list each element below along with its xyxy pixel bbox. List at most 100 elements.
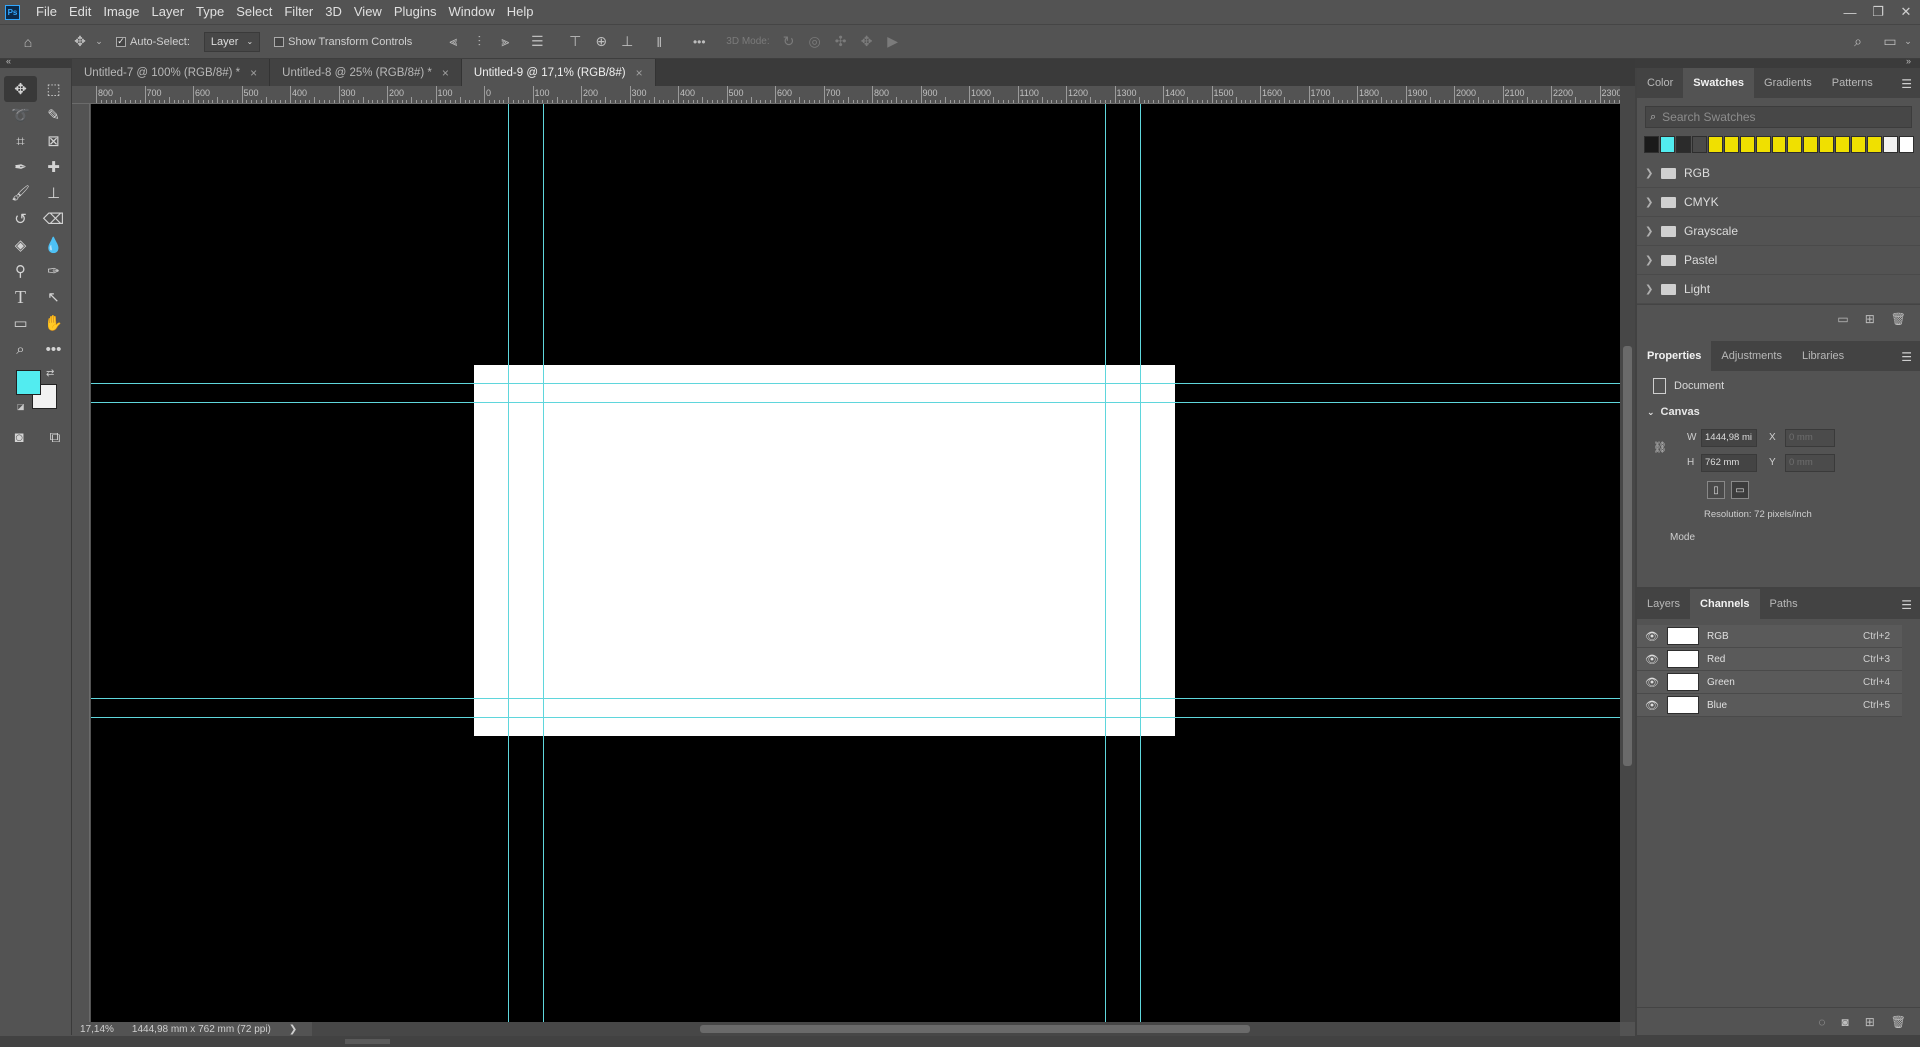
marquee-tool-icon[interactable]: ⬚: [37, 76, 70, 102]
new-channel-icon[interactable]: ⊞: [1865, 1015, 1875, 1029]
swatch[interactable]: [1723, 136, 1739, 153]
3d-slide-icon[interactable]: ✥: [854, 33, 880, 50]
swatch[interactable]: [1659, 136, 1675, 153]
collapse-left-icon[interactable]: «: [6, 56, 11, 66]
lasso-tool-icon[interactable]: ➰: [4, 102, 37, 128]
dodge-tool-icon[interactable]: ⚲: [4, 258, 37, 284]
move-tool-icon[interactable]: ✥: [4, 76, 37, 102]
eye-icon[interactable]: 👁: [1645, 630, 1659, 643]
menu-filter[interactable]: Filter: [278, 0, 319, 24]
channel-row-green[interactable]: 👁 Green Ctrl+4: [1637, 671, 1902, 694]
document-canvas[interactable]: [474, 365, 1175, 736]
channel-row-red[interactable]: 👁 Red Ctrl+3: [1637, 648, 1902, 671]
portrait-orientation-icon[interactable]: ▯: [1707, 481, 1725, 499]
close-tab-icon[interactable]: ×: [250, 66, 257, 80]
type-tool-icon[interactable]: T: [4, 284, 37, 310]
menu-file[interactable]: File: [30, 0, 63, 24]
more-options-icon[interactable]: •••: [684, 35, 714, 49]
auto-select-option[interactable]: ✓ Auto-Select:: [116, 36, 190, 48]
guide-vertical[interactable]: [508, 104, 509, 1022]
swatch-group-grayscale[interactable]: ❯ Grayscale: [1637, 217, 1920, 246]
healing-brush-tool-icon[interactable]: ✚: [37, 154, 70, 180]
delete-icon[interactable]: 🗑: [1891, 312, 1906, 326]
save-selection-icon[interactable]: ◙: [1841, 1015, 1848, 1029]
tab-gradients[interactable]: Gradients: [1754, 68, 1822, 98]
minimize-button[interactable]: —: [1836, 0, 1864, 24]
workspace-icon[interactable]: ▭: [1880, 33, 1900, 50]
quick-select-tool-icon[interactable]: ✎: [37, 102, 70, 128]
close-window-button[interactable]: ✕: [1892, 0, 1920, 24]
align-middle-icon[interactable]: ⊕: [588, 33, 614, 50]
panel-menu-icon[interactable]: ☰: [1901, 598, 1912, 612]
close-tab-icon[interactable]: ×: [636, 66, 643, 80]
link-icon[interactable]: ⛓: [1653, 441, 1667, 454]
swatch[interactable]: [1883, 136, 1898, 153]
landscape-orientation-icon[interactable]: ▭: [1731, 481, 1749, 499]
canvas-area[interactable]: [91, 104, 1620, 1022]
swatch[interactable]: [1787, 136, 1803, 153]
align-right-icon[interactable]: ⫸: [492, 33, 518, 50]
swatch-group-pastel[interactable]: ❯ Pastel: [1637, 246, 1920, 275]
blur-tool-icon[interactable]: 💧: [37, 232, 70, 258]
quick-mask-icon[interactable]: ◙: [8, 424, 30, 450]
brush-tool-icon[interactable]: 🖌: [4, 180, 37, 206]
panel-menu-icon[interactable]: ☰: [1901, 350, 1912, 364]
foreground-color-swatch[interactable]: [16, 370, 41, 395]
tab-untitled-8[interactable]: Untitled-8 @ 25% (RGB/8#) * ×: [270, 59, 462, 86]
3d-roll-icon[interactable]: ◎: [802, 33, 828, 50]
tab-paths[interactable]: Paths: [1760, 589, 1808, 619]
distribute-vertical-icon[interactable]: ‖: [646, 34, 672, 50]
align-top-icon[interactable]: ⊤: [562, 33, 588, 50]
canvas-width-field[interactable]: 1444,98 mi: [1701, 428, 1757, 447]
vertical-scroll-thumb[interactable]: [1623, 346, 1632, 766]
tab-untitled-7[interactable]: Untitled-7 @ 100% (RGB/8#) * ×: [72, 59, 271, 86]
path-select-tool-icon[interactable]: ↖: [37, 284, 70, 310]
default-colors-icon[interactable]: ◪: [17, 402, 25, 411]
align-bottom-icon[interactable]: ⊥: [614, 33, 640, 50]
horizontal-scroll-thumb[interactable]: [700, 1025, 1250, 1033]
hand-tool-icon[interactable]: ✋: [37, 310, 70, 336]
guide-horizontal[interactable]: [91, 402, 1620, 403]
guide-horizontal[interactable]: [91, 717, 1620, 718]
swatch[interactable]: [1771, 136, 1787, 153]
tab-channels[interactable]: Channels: [1690, 589, 1760, 619]
frame-tool-icon[interactable]: ⊠: [37, 128, 70, 154]
eraser-tool-icon[interactable]: ⌫: [37, 206, 70, 232]
move-tool-preset-icon[interactable]: ✥: [66, 33, 94, 50]
search-icon[interactable]: ⌕: [1848, 33, 1868, 50]
screen-mode-icon[interactable]: ⧉: [44, 424, 66, 450]
crop-tool-icon[interactable]: ⌗: [4, 128, 37, 154]
delete-icon[interactable]: 🗑: [1891, 1015, 1906, 1029]
menu-select[interactable]: Select: [230, 0, 278, 24]
menu-type[interactable]: Type: [190, 0, 230, 24]
swatch-group-rgb[interactable]: ❯ RGB: [1637, 159, 1920, 188]
swatch[interactable]: [1819, 136, 1835, 153]
auto-select-target-dropdown[interactable]: Layer ⌄: [203, 31, 261, 52]
menu-window[interactable]: Window: [442, 0, 500, 24]
tab-untitled-9[interactable]: Untitled-9 @ 17,1% (RGB/8#) ×: [461, 59, 656, 86]
tab-libraries[interactable]: Libraries: [1792, 341, 1854, 371]
swatch[interactable]: [1707, 136, 1723, 153]
swatch[interactable]: [1691, 136, 1707, 153]
swatch-group-cmyk[interactable]: ❯ CMYK: [1637, 188, 1920, 217]
tab-adjustments[interactable]: Adjustments: [1711, 341, 1792, 371]
chevron-down-icon[interactable]: ⌄: [94, 36, 104, 47]
new-swatch-icon[interactable]: ⊞: [1865, 312, 1875, 326]
eye-icon[interactable]: 👁: [1645, 676, 1659, 689]
swatch[interactable]: [1803, 136, 1819, 153]
menu-edit[interactable]: Edit: [63, 0, 97, 24]
chevron-down-icon[interactable]: ⌄: [1902, 36, 1914, 47]
menu-layer[interactable]: Layer: [146, 0, 191, 24]
show-transform-checkbox[interactable]: [274, 36, 285, 47]
horizontal-scrollbar[interactable]: [310, 1022, 1620, 1036]
menu-plugins[interactable]: Plugins: [388, 0, 443, 24]
load-selection-icon[interactable]: ◌: [1818, 1015, 1825, 1029]
swap-colors-icon[interactable]: ⇄: [46, 368, 54, 379]
vertical-ruler[interactable]: [72, 104, 90, 1022]
show-transform-option[interactable]: Show Transform Controls: [274, 36, 412, 48]
pen-tool-icon[interactable]: ✑: [37, 258, 70, 284]
3d-pan-icon[interactable]: ✣: [828, 33, 854, 50]
canvas-section-header[interactable]: ⌄ Canvas: [1637, 401, 1920, 423]
canvas-x-field[interactable]: 0 mm: [1785, 428, 1835, 447]
history-brush-tool-icon[interactable]: ↺: [4, 206, 37, 232]
